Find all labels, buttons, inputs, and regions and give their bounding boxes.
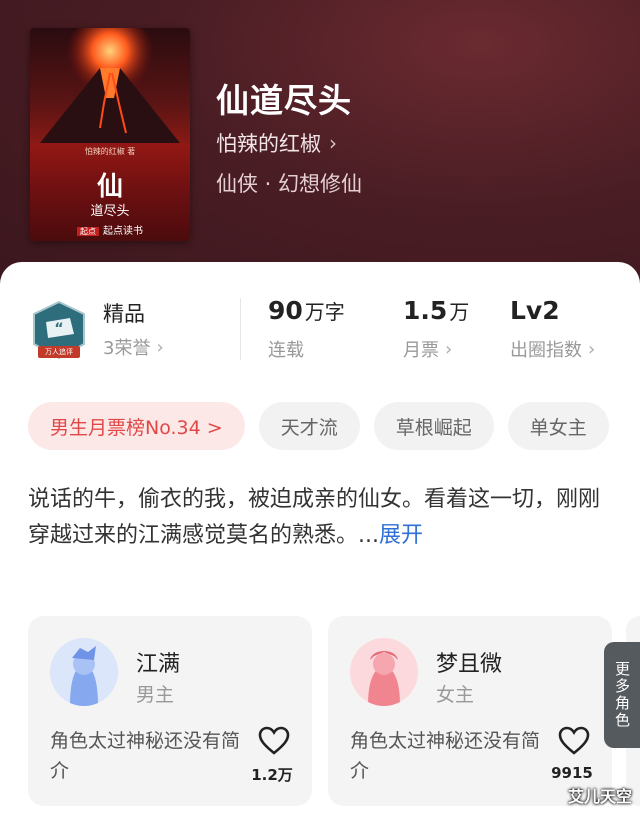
author-name: 怕辣的红椒 bbox=[216, 132, 321, 156]
publisher-tag: 起点 bbox=[77, 227, 99, 236]
tag-list: 男生月票榜No.34 > 天才流 草根崛起 单女主 bbox=[28, 402, 609, 450]
book-header: 怕辣的红椒 著 仙 道尽头 起点 起点读书 仙道尽头 怕辣的红椒 › 仙侠 · 幻… bbox=[0, 0, 640, 300]
tag-item[interactable]: 单女主 bbox=[507, 402, 609, 450]
tag-item[interactable]: 天才流 bbox=[258, 402, 360, 450]
level-value: Lv2 bbox=[510, 296, 560, 325]
author-link[interactable]: 怕辣的红椒 › bbox=[216, 128, 337, 158]
character-card[interactable]: 梦且微 女主 角色太过神秘还没有简介 9915 bbox=[328, 616, 612, 806]
book-title: 仙道尽头 bbox=[216, 81, 352, 120]
serial-status-label: 连载 bbox=[268, 340, 304, 361]
serial-status: 连载 bbox=[268, 336, 304, 362]
character-description: 角色太过神秘还没有简介 bbox=[50, 730, 241, 782]
cover-title-rest: 道尽头 bbox=[90, 204, 130, 219]
svg-text:“: “ bbox=[54, 321, 63, 337]
book-info-card: “ 万人追评 精品 3荣誉 › 90 万字 连载 1.5 万 月票 › Lv2 出圈指… bbox=[0, 262, 640, 817]
popularity-link[interactable]: 出圈指数 › bbox=[510, 336, 595, 362]
popularity-label: 出圈指数 bbox=[510, 340, 582, 361]
character-description: 角色太过神秘还没有简介 bbox=[350, 730, 541, 782]
stats-divider bbox=[240, 298, 241, 360]
quality-label: 精品 bbox=[103, 302, 145, 326]
character-card[interactable]: 江满 男主 角色太过神秘还没有简介 1.2万 bbox=[28, 616, 312, 806]
word-count-unit: 万字 bbox=[304, 300, 345, 324]
tickets-unit: 万 bbox=[449, 300, 470, 324]
chevron-right-icon: › bbox=[445, 338, 453, 360]
like-count: 1.2万 bbox=[251, 766, 293, 784]
book-genre: 仙侠 · 幻想修仙 bbox=[216, 172, 363, 196]
publisher-name: 起点读书 bbox=[103, 226, 143, 237]
description-text: 说话的牛，偷衣的我，被迫成亲的仙女。看着这一切，刚刚穿越过来的江满感觉莫名的熟悉… bbox=[28, 487, 601, 548]
more-characters-button[interactable]: 更多角色 bbox=[604, 642, 640, 748]
book-description: 说话的牛，偷衣的我，被迫成亲的仙女。看着这一切，刚刚穿越过来的江满感觉莫名的熟悉… bbox=[28, 482, 618, 554]
expand-link[interactable]: 展开 bbox=[379, 523, 423, 548]
avatar bbox=[50, 638, 118, 706]
cover-author: 怕辣的红椒 著 bbox=[84, 147, 136, 156]
tickets-label: 月票 bbox=[403, 340, 439, 361]
chevron-right-icon: › bbox=[329, 131, 337, 155]
heart-icon[interactable] bbox=[558, 726, 590, 756]
character-name: 梦且微 bbox=[436, 652, 503, 677]
stats-row: “ 万人追评 精品 3荣誉 › 90 万字 连载 1.5 万 月票 › Lv2 出圈指… bbox=[0, 292, 640, 372]
badge-text: 万人追评 bbox=[45, 348, 73, 356]
ranking-tag[interactable]: 男生月票榜No.34 > bbox=[28, 402, 245, 450]
watermark: 艾儿天空 bbox=[567, 787, 632, 806]
avatar bbox=[350, 638, 418, 706]
character-name: 江满 bbox=[136, 652, 181, 677]
honors-count: 3荣誉 bbox=[103, 338, 151, 359]
character-role: 男主 bbox=[136, 684, 175, 706]
book-cover[interactable]: 怕辣的红椒 著 仙 道尽头 起点 起点读书 bbox=[30, 28, 190, 241]
like-count: 9915 bbox=[551, 764, 593, 782]
cover-title-char: 仙 bbox=[96, 172, 123, 202]
cover-publisher: 起点 起点读书 bbox=[30, 222, 190, 237]
chevron-right-icon: › bbox=[156, 336, 164, 358]
tag-item[interactable]: 草根崛起 bbox=[373, 402, 494, 450]
quality-badge-icon[interactable]: “ 万人追评 bbox=[28, 300, 90, 362]
heart-icon[interactable] bbox=[258, 726, 290, 756]
word-count: 90 万字 bbox=[268, 296, 345, 325]
tickets-link[interactable]: 月票 › bbox=[403, 336, 452, 362]
word-count-value: 90 bbox=[268, 296, 303, 325]
monthly-tickets: 1.5 万 bbox=[403, 296, 469, 325]
honors-link[interactable]: 3荣誉 › bbox=[103, 334, 164, 360]
tickets-value: 1.5 bbox=[403, 296, 448, 325]
character-role: 女主 bbox=[436, 684, 475, 706]
chevron-right-icon: › bbox=[588, 338, 596, 360]
